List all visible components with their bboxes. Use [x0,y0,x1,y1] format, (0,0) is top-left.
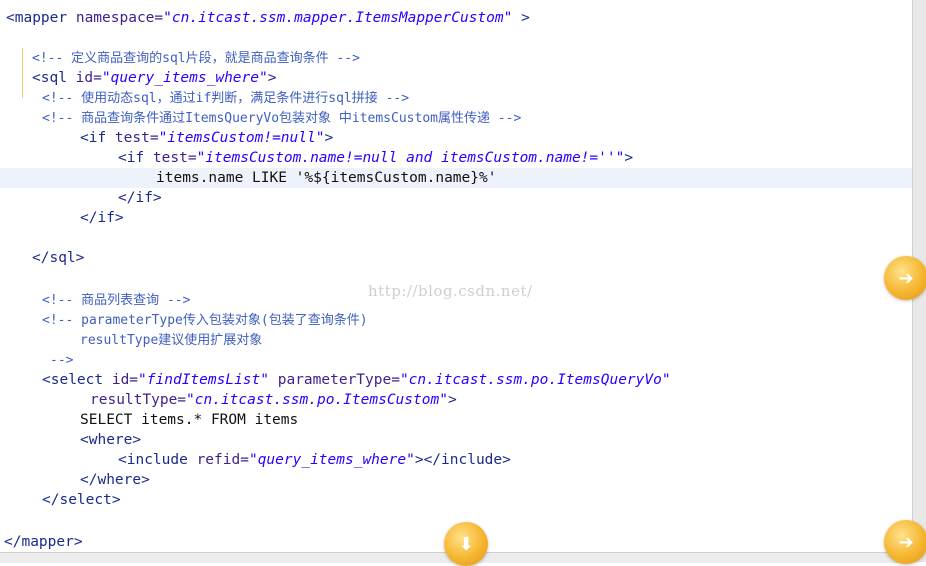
code-token: </if> [118,190,162,206]
code-token: </select> [42,492,121,508]
code-token: resultType= [90,392,187,408]
code-token: </sql> [32,250,85,266]
code-token: parameterType= [269,372,400,388]
code-line[interactable]: </if> [80,208,124,228]
code-token: > [267,70,277,86]
code-line[interactable]: --> [50,350,73,370]
code-line[interactable]: resultType建议使用扩展对象 [80,330,262,350]
code-line[interactable]: </where> [80,470,150,490]
code-token: <where> [80,432,142,448]
code-line[interactable]: <select id="findItemsList" parameterType… [42,370,671,390]
code-line[interactable]: </sql> [32,248,84,268]
code-token: resultType建议使用扩展对象 [80,333,263,348]
code-token: id= [111,372,139,388]
code-line[interactable]: <!-- 定义商品查询的sql片段，就是商品查询条件 --> [32,48,360,68]
code-line[interactable]: <!-- parameterType传入包装对象(包装了查询条件) [42,310,368,330]
orange-orb-icon[interactable]: ➔ [884,520,926,564]
code-token: test= [114,130,159,146]
code-token: <sql [32,70,76,86]
code-token: id= [75,70,102,86]
code-token: > [324,130,334,146]
code-line[interactable]: <mapper namespace="cn.itcast.ssm.mapper.… [6,8,530,28]
code-token: namespace= [75,10,164,26]
code-token: <!-- parameterType传入包装对象(包装了查询条件) [42,313,368,328]
code-token: <!-- 使用动态sql，通过if判断，满足条件进行sql拼接 --> [42,91,410,106]
code-token: <!-- 商品列表查询 --> [42,293,191,308]
code-token: SELECT items.* FROM items [80,412,299,428]
code-token: "query_items_where" [248,452,415,468]
code-token: > [447,392,457,408]
code-line[interactable]: SELECT items.* FROM items [80,410,298,430]
code-token: test= [152,150,197,166]
orange-orb-icon[interactable]: ➔ [884,256,926,300]
code-token: "cn.itcast.ssm.mapper.ItemsMapperCustom" [163,10,513,26]
code-token: <if [80,130,115,146]
code-line[interactable]: <if test="itemsCustom!=null"> [80,128,333,148]
code-token: <!-- 商品查询条件通过ItemsQueryVo包装对象 中itemsCust… [42,111,522,126]
code-token: "cn.itcast.ssm.po.ItemsQueryVo" [399,372,671,388]
code-token: </where> [80,472,150,488]
watermark-text: http://blog.csdn.net/ [368,282,533,300]
code-token: </if> [80,210,124,226]
code-line[interactable]: <sql id="query_items_where"> [32,68,276,88]
code-line[interactable]: </select> [42,490,121,510]
orange-orb-icon[interactable]: ⬇ [444,522,488,566]
code-line[interactable]: <!-- 商品查询条件通过ItemsQueryVo包装对象 中itemsCust… [42,108,521,128]
code-line[interactable]: items.name LIKE '%${itemsCustom.name}%' [156,168,496,188]
code-token: </mapper> [4,534,83,550]
code-token: refid= [196,452,249,468]
code-token: --> [50,353,74,368]
code-token: "itemsCustom!=null" [158,130,325,146]
code-line[interactable]: resultType="cn.itcast.ssm.po.ItemsCustom… [90,390,457,410]
code-line[interactable]: <!-- 使用动态sql，通过if判断，满足条件进行sql拼接 --> [42,88,409,108]
code-token: "query_items_where" [101,70,268,86]
code-token: ></include> [414,452,511,468]
code-token: > [512,10,530,26]
code-token: <select [42,372,112,388]
code-token: <if [118,150,153,166]
code-line[interactable]: </mapper> [4,532,83,552]
code-token: <mapper [6,10,76,26]
code-token: "cn.itcast.ssm.po.ItemsCustom" [186,392,448,408]
code-line[interactable]: <include refid="query_items_where"></inc… [118,450,511,470]
code-token: "findItemsList" [138,372,269,388]
code-token: > [624,150,634,166]
code-line[interactable]: <where> [80,430,141,450]
code-token: items.name LIKE '%${itemsCustom.name}%' [156,170,497,186]
code-token: <!-- 定义商品查询的sql片段，就是商品查询条件 --> [32,51,360,66]
code-line[interactable]: <!-- 商品列表查询 --> [42,290,190,310]
xml-code-editor[interactable]: <mapper namespace="cn.itcast.ssm.mapper.… [0,0,912,552]
code-line[interactable]: </if> [118,188,162,208]
code-line[interactable]: <if test="itemsCustom.name!=null and ite… [118,148,633,168]
code-token: "itemsCustom.name!=null and itemsCustom.… [196,150,625,166]
code-token: <include [118,452,197,468]
scope-indicator [22,48,23,98]
